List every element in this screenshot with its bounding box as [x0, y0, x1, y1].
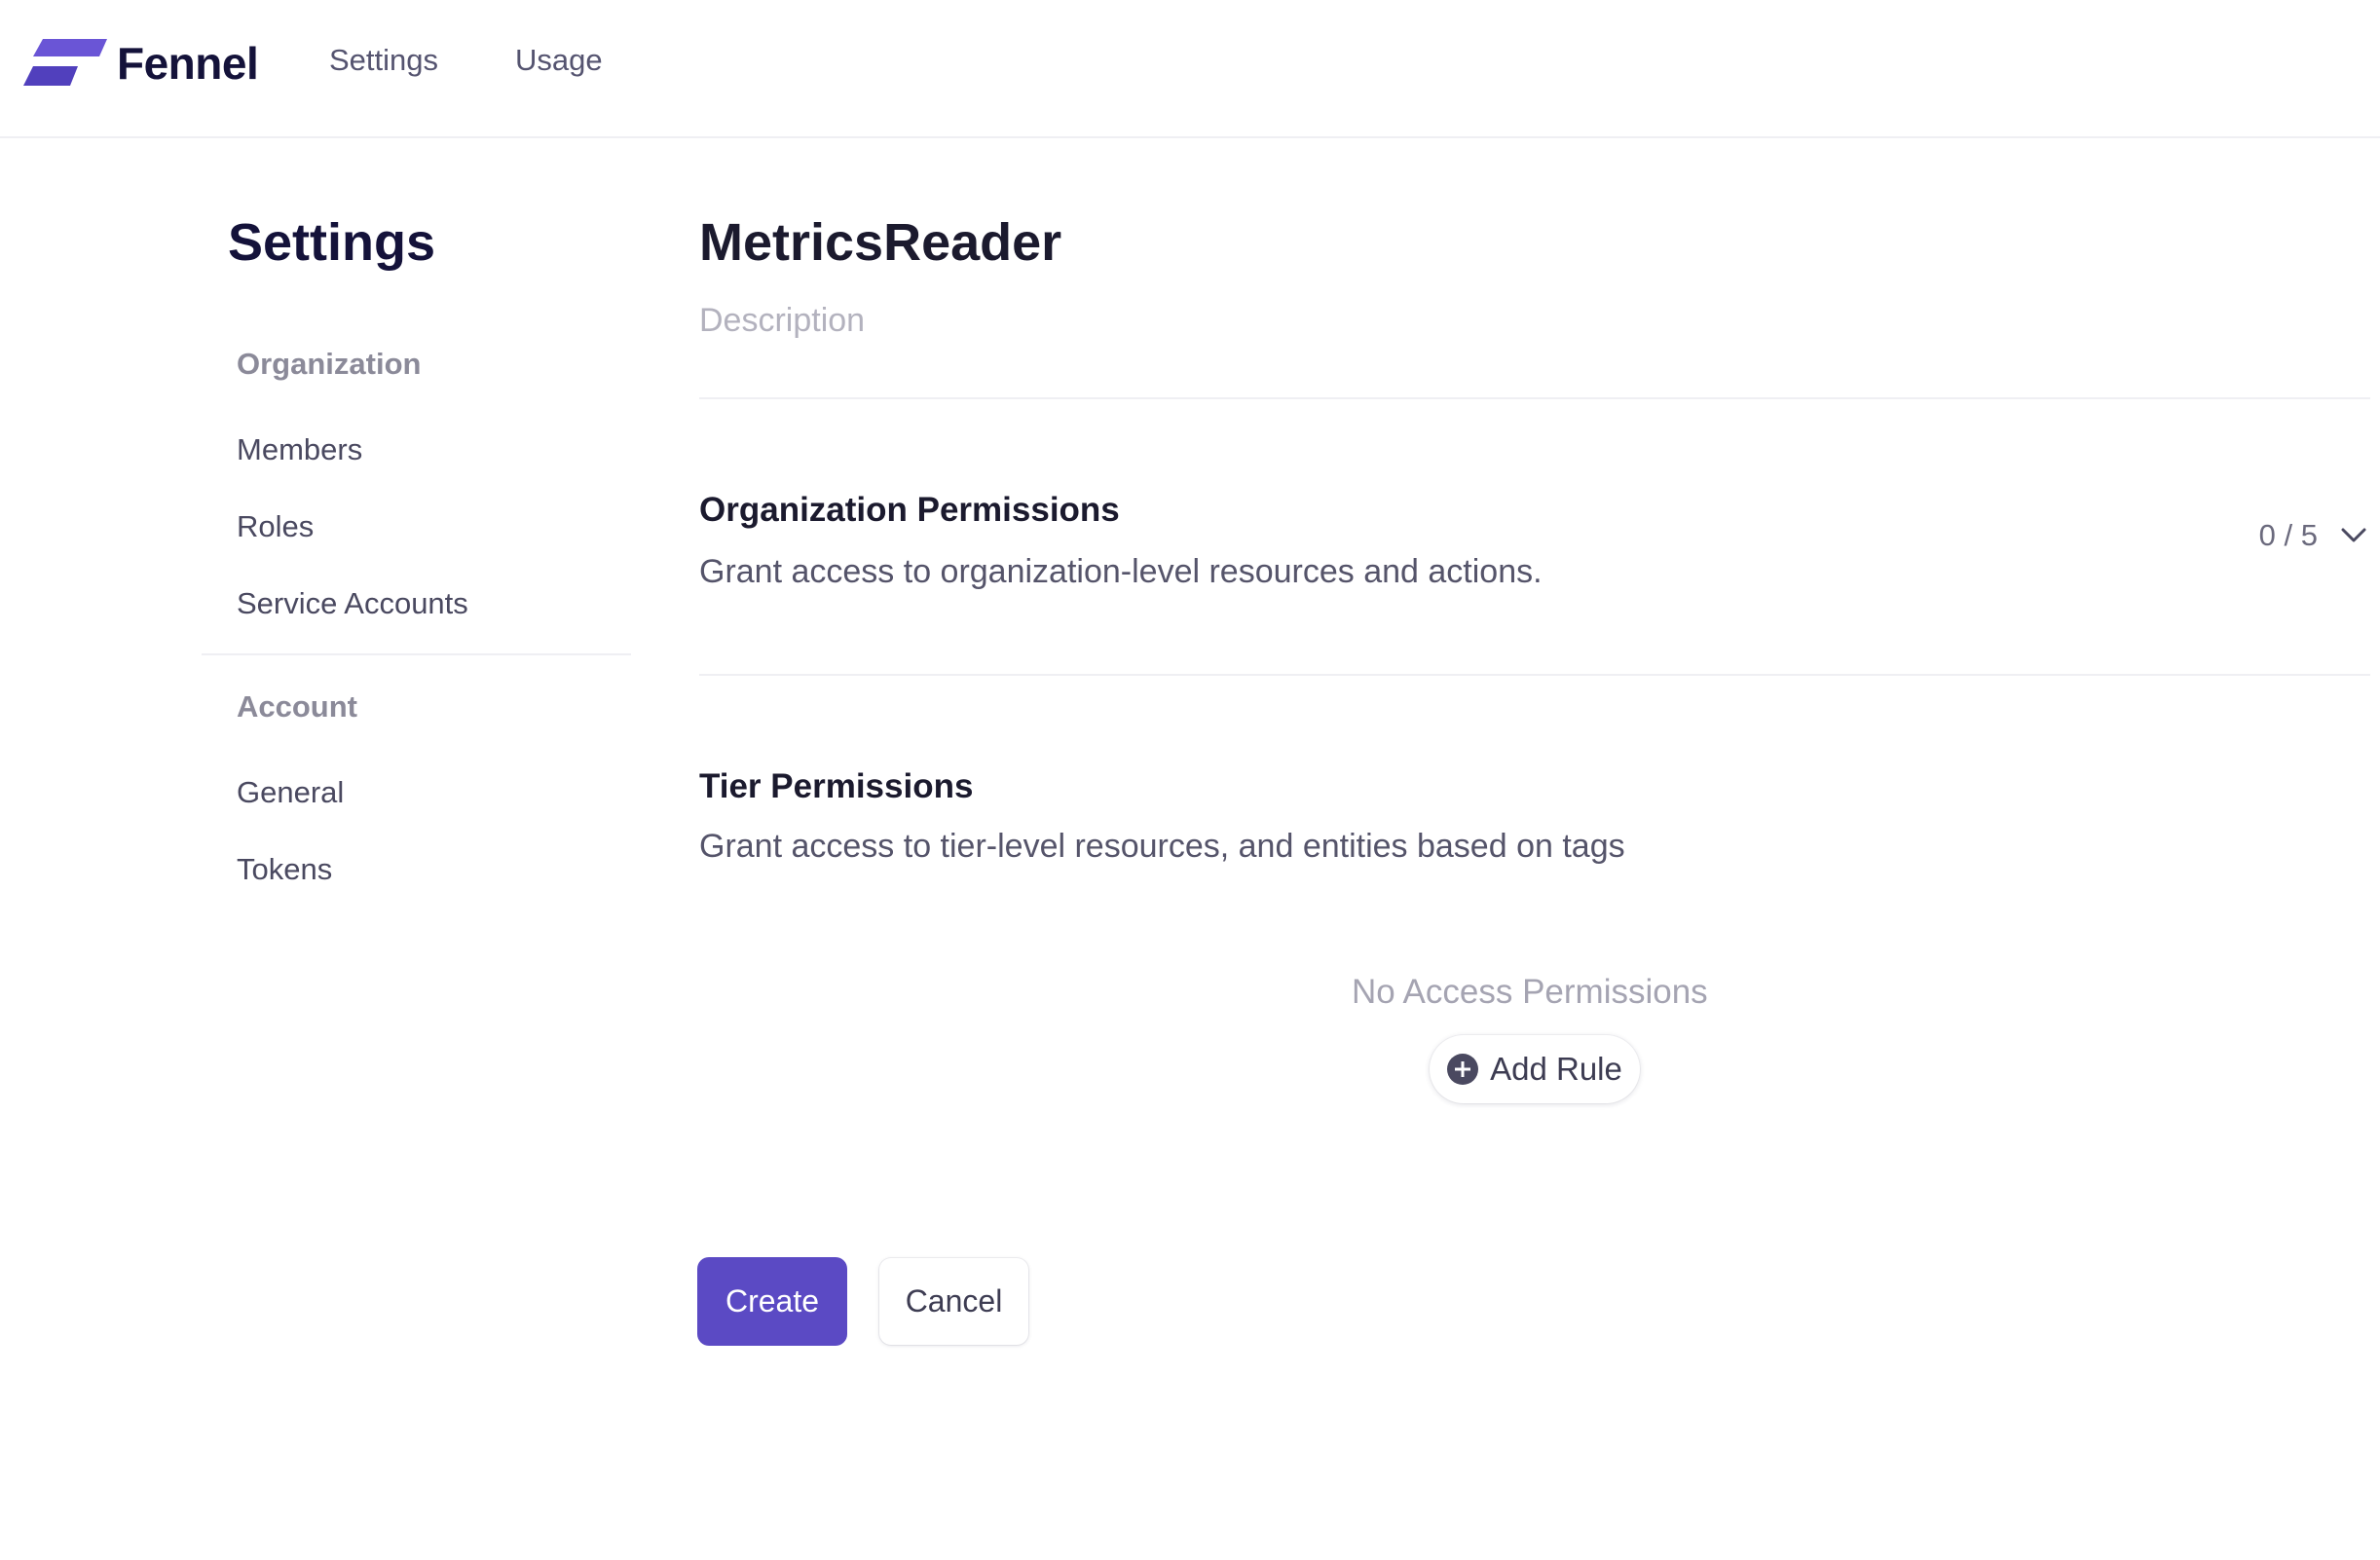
cancel-button[interactable]: Cancel	[879, 1258, 1028, 1345]
org-permissions-count: 0 / 5	[2258, 518, 2318, 552]
header-divider	[699, 397, 2370, 399]
sidebar-item-roles[interactable]: Roles	[237, 509, 314, 544]
add-rule-button[interactable]: Add Rule	[1430, 1035, 1640, 1103]
brand-name: Fennel	[117, 38, 259, 89]
sidebar-divider	[202, 653, 631, 655]
sidebar-group-account: Account	[237, 689, 357, 724]
chevron-down-icon	[2341, 528, 2366, 542]
tier-permissions-subtitle: Grant access to tier-level resources, an…	[699, 828, 1625, 865]
topnav-settings-link[interactable]: Settings	[329, 43, 438, 78]
role-name-title[interactable]: MetricsReader	[699, 212, 1061, 273]
sidebar-item-service-accounts[interactable]: Service Accounts	[237, 586, 468, 621]
add-rule-label: Add Rule	[1490, 1051, 1622, 1087]
sidebar-title: Settings	[228, 213, 436, 272]
org-permissions-toggle[interactable]: 0 / 5	[2259, 518, 2366, 553]
org-permissions-heading: Organization Permissions	[699, 491, 1120, 529]
tier-permissions-heading: Tier Permissions	[699, 767, 974, 805]
topnav-usage-link[interactable]: Usage	[515, 43, 603, 78]
empty-state-text: No Access Permissions	[1352, 973, 1708, 1011]
description-input[interactable]	[699, 298, 1673, 343]
create-button[interactable]: Create	[697, 1257, 847, 1346]
section-divider	[699, 674, 2370, 676]
plus-circle-icon	[1447, 1054, 1479, 1085]
sidebar-group-organization: Organization	[237, 347, 422, 381]
sidebar-item-general[interactable]: General	[237, 775, 344, 810]
fennel-logo-icon	[23, 39, 107, 86]
org-permissions-subtitle: Grant access to organization-level resou…	[699, 553, 1543, 590]
sidebar-item-tokens[interactable]: Tokens	[237, 852, 332, 887]
sidebar-item-members[interactable]: Members	[237, 432, 362, 467]
top-navigation-bar: Fennel Settings Usage	[0, 0, 2380, 138]
brand-logo[interactable]: Fennel	[21, 37, 259, 90]
